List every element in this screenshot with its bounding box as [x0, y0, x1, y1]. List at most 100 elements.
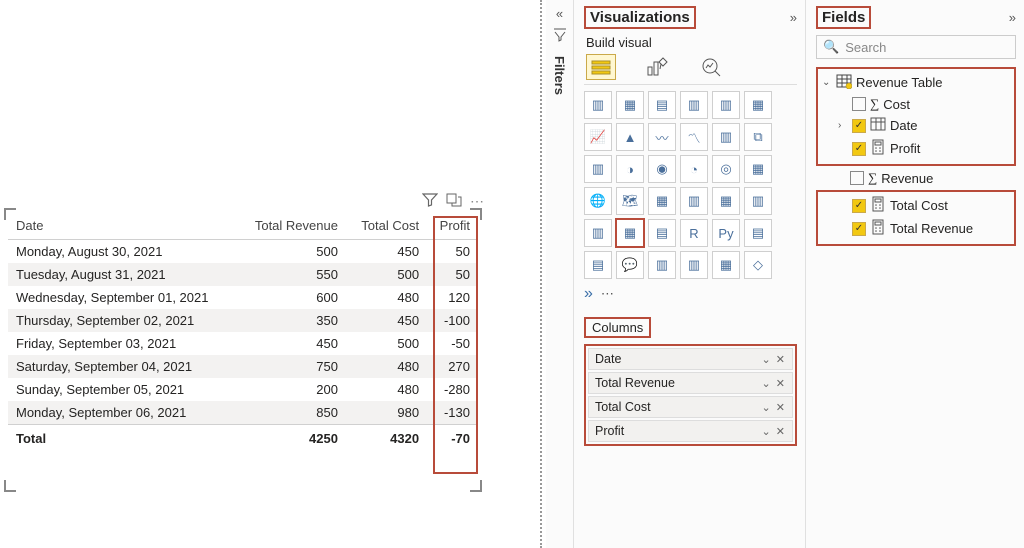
field-well[interactable]: Profit⌄ ✕: [588, 420, 793, 442]
visualization-gallery: ▥▦▤▥▥▦📈▲〰〽▥⧉▥◑◉◔◎▦🌐🗺▦▥▦▥▥▦▤RPy▤▤💬▥▥▦◇: [584, 91, 797, 279]
field-checkbox[interactable]: [852, 119, 866, 133]
build-visual-tab[interactable]: [586, 54, 616, 80]
viz-type-icon[interactable]: ▥: [584, 219, 612, 247]
ellipsis-icon[interactable]: ⋯: [601, 286, 614, 302]
table-node[interactable]: ⌄ Revenue Table: [820, 71, 1012, 94]
cell-cost: 480: [346, 378, 427, 401]
focus-mode-icon[interactable]: [446, 192, 462, 211]
format-visual-tab[interactable]: [644, 54, 670, 80]
viz-type-icon[interactable]: ▥: [712, 123, 740, 151]
viz-type-icon[interactable]: 〽: [680, 123, 708, 151]
field-item[interactable]: ∑Cost: [820, 94, 1012, 114]
report-canvas[interactable]: ⋯ Date Total Revenue Total Cost Profit M…: [0, 0, 540, 548]
viz-type-icon[interactable]: ▤: [648, 91, 676, 119]
viz-type-icon[interactable]: ▦: [712, 187, 740, 215]
field-well[interactable]: Total Revenue⌄ ✕: [588, 372, 793, 394]
viz-type-icon[interactable]: ▥: [712, 91, 740, 119]
table-row[interactable]: Wednesday, September 01, 2021600480120: [8, 286, 478, 309]
viz-type-icon[interactable]: ▥: [584, 155, 612, 183]
chevron-right-icon[interactable]: ›: [838, 120, 848, 131]
cell-rev: 350: [237, 309, 346, 332]
chevron-down-icon[interactable]: ⌄: [762, 378, 772, 390]
viz-type-icon[interactable]: ▥: [584, 91, 612, 119]
filters-pane-collapsed[interactable]: « Filters: [546, 0, 574, 548]
field-item[interactable]: ∑Revenue: [816, 168, 1016, 188]
more-options-icon[interactable]: ⋯: [470, 193, 484, 210]
remove-field-icon[interactable]: ✕: [776, 354, 786, 366]
viz-type-icon[interactable]: 〰: [648, 123, 676, 151]
table-row[interactable]: Monday, September 06, 2021850980-130: [8, 401, 478, 425]
viz-type-icon[interactable]: ▦: [712, 251, 740, 279]
field-checkbox[interactable]: [852, 222, 866, 236]
viz-type-icon[interactable]: ⧉: [744, 123, 772, 151]
cell-rev: 200: [237, 378, 346, 401]
viz-type-icon[interactable]: ◇: [744, 251, 772, 279]
fields-search[interactable]: 🔍 Search: [816, 35, 1016, 59]
field-item[interactable]: › Date: [820, 114, 1012, 137]
field-well[interactable]: Date⌄ ✕: [588, 348, 793, 370]
viz-type-icon[interactable]: 🗺: [616, 187, 644, 215]
collapse-fields-icon[interactable]: »: [1009, 10, 1016, 25]
collapse-viz-icon[interactable]: »: [790, 10, 797, 25]
viz-type-icon[interactable]: 💬: [616, 251, 644, 279]
viz-type-icon[interactable]: ▦: [744, 91, 772, 119]
well-label: Total Cost: [595, 400, 651, 414]
viz-type-icon[interactable]: ▥: [648, 251, 676, 279]
viz-type-icon[interactable]: ▲: [616, 123, 644, 151]
field-well[interactable]: Total Cost ⌄ ✕: [588, 396, 793, 418]
field-checkbox[interactable]: [850, 171, 864, 185]
table-row[interactable]: Friday, September 03, 2021450500-50: [8, 332, 478, 355]
viz-type-icon[interactable]: 📈: [584, 123, 612, 151]
field-item[interactable]: Total Cost: [820, 194, 1012, 217]
field-label: Date: [890, 118, 917, 133]
field-checkbox[interactable]: [852, 199, 866, 213]
table-visual[interactable]: ⋯ Date Total Revenue Total Cost Profit M…: [8, 212, 478, 488]
viz-type-icon[interactable]: 🌐: [584, 187, 612, 215]
filter-icon[interactable]: [422, 192, 438, 211]
viz-type-icon[interactable]: ▥: [680, 187, 708, 215]
table-row[interactable]: Sunday, September 05, 2021200480-280: [8, 378, 478, 401]
more-visuals-icon[interactable]: »: [584, 285, 593, 303]
remove-field-icon[interactable]: ✕: [776, 426, 786, 438]
field-item[interactable]: Total Revenue: [820, 217, 1012, 240]
table-row[interactable]: Thursday, September 02, 2021350450-100: [8, 309, 478, 332]
viz-type-icon[interactable]: ▤: [744, 219, 772, 247]
table-row[interactable]: Saturday, September 04, 2021750480270: [8, 355, 478, 378]
viz-type-icon[interactable]: ▦: [616, 91, 644, 119]
field-label: Profit: [890, 141, 920, 156]
col-header-cost[interactable]: Total Cost: [346, 212, 427, 240]
viz-type-icon[interactable]: ▦: [744, 155, 772, 183]
col-header-date[interactable]: Date: [8, 212, 237, 240]
viz-type-icon[interactable]: ▦: [648, 187, 676, 215]
field-checkbox[interactable]: [852, 142, 866, 156]
chevron-down-icon[interactable]: ⌄: [762, 402, 772, 414]
chevron-down-icon[interactable]: ⌄: [762, 354, 772, 366]
viz-type-icon[interactable]: ▥: [680, 91, 708, 119]
chevron-down-icon[interactable]: ⌄: [762, 426, 772, 438]
viz-type-icon[interactable]: Py: [712, 219, 740, 247]
remove-field-icon[interactable]: ✕: [776, 402, 786, 414]
col-header-rev[interactable]: Total Revenue: [237, 212, 346, 240]
viz-type-icon[interactable]: R: [680, 219, 708, 247]
table-row[interactable]: Monday, August 30, 202150045050: [8, 240, 478, 264]
viz-type-icon[interactable]: ▤: [648, 219, 676, 247]
sigma-icon: ∑: [870, 96, 879, 112]
viz-type-icon[interactable]: ▥: [744, 187, 772, 215]
expand-filters-icon[interactable]: «: [556, 6, 563, 21]
cell-date: Friday, September 03, 2021: [8, 332, 237, 355]
column-field-wells: Date⌄ ✕Total Revenue⌄ ✕Total Cost⌄ ✕Prof…: [584, 344, 797, 446]
analytics-tab[interactable]: [698, 54, 724, 80]
remove-field-icon[interactable]: ✕: [776, 378, 786, 390]
viz-type-icon[interactable]: ▥: [680, 251, 708, 279]
pane-divider[interactable]: [540, 0, 542, 548]
viz-type-icon[interactable]: ▤: [584, 251, 612, 279]
viz-type-icon[interactable]: ▦: [616, 219, 644, 247]
viz-type-icon[interactable]: ◔: [680, 155, 708, 183]
viz-type-icon[interactable]: ◎: [712, 155, 740, 183]
field-item[interactable]: Profit: [820, 137, 1012, 160]
field-checkbox[interactable]: [852, 97, 866, 111]
table-icon: [836, 73, 852, 92]
viz-type-icon[interactable]: ◑: [616, 155, 644, 183]
table-row[interactable]: Tuesday, August 31, 202155050050: [8, 263, 478, 286]
viz-type-icon[interactable]: ◉: [648, 155, 676, 183]
